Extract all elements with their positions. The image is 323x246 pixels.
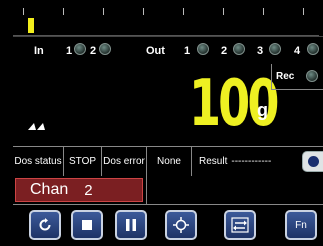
control-button-bar: Fn [13,205,323,246]
out-1-led-icon [197,43,209,55]
swap-button[interactable] [224,210,256,240]
ruler-tick [23,8,24,15]
stop-button[interactable] [71,210,103,240]
out-4-led-icon [307,43,319,55]
level-ruler [13,8,319,36]
ruler-tick [223,8,224,15]
divider [146,176,147,204]
in-2-led-icon [99,43,111,55]
dos-error-value: None [147,147,192,176]
refresh-icon [39,218,51,231]
in-label: In [34,45,44,57]
stop-icon [82,220,92,230]
crosshair-icon [173,217,189,233]
dos-status-label: Dos status [13,147,64,176]
ruler-tick [63,8,64,15]
result-label: Result [199,156,228,167]
out-label: Out [146,45,165,57]
out-channel-2-label: 2 [221,45,228,57]
dos-error-label: Dos error [102,147,147,176]
out-channel-4-label: 4 [294,45,301,57]
ruler-tick [143,8,144,15]
out-3-led-icon [269,43,281,55]
in-1-led-icon [74,43,86,55]
target-button[interactable] [165,210,197,240]
ruler-cursor [28,18,34,33]
dosing-status-row: Dos status STOP Dos error None Result --… [13,146,323,177]
swap-arrows-icon [231,217,249,233]
channel-row: Chan 2 [13,176,323,205]
result-value: ------------ [231,156,272,167]
io-status-row: In 1 2 Out 1 2 3 4 [13,36,323,65]
out-channel-3-label: 3 [257,45,264,57]
pause-button[interactable] [115,210,147,240]
in-channel-2-label: 2 [90,45,97,57]
ruler-tick [183,8,184,15]
rec-indicator: Rec [271,64,323,90]
rec-led-icon [306,70,318,82]
fn-label: Fn [295,219,307,231]
ruler-tick [303,8,304,15]
out-2-led-icon [233,43,245,55]
ruler-tick [103,8,104,15]
channel-label: Chan [30,181,69,198]
channel-selector[interactable]: Chan 2 [15,178,143,202]
function-button[interactable]: Fn [285,210,317,240]
in-channel-1-label: 1 [66,45,73,57]
out-channel-1-label: 1 [184,45,191,57]
stability-icon [28,123,45,130]
result-toggle[interactable] [302,151,323,172]
pause-icon [126,219,136,231]
dos-status-value: STOP [64,147,102,176]
result-field: Result ------------ [199,147,271,176]
refresh-button[interactable] [29,210,61,240]
channel-number: 2 [84,181,93,199]
weight-unit: g [257,100,268,120]
rec-label: Rec [276,71,295,82]
ruler-tick [263,8,264,15]
